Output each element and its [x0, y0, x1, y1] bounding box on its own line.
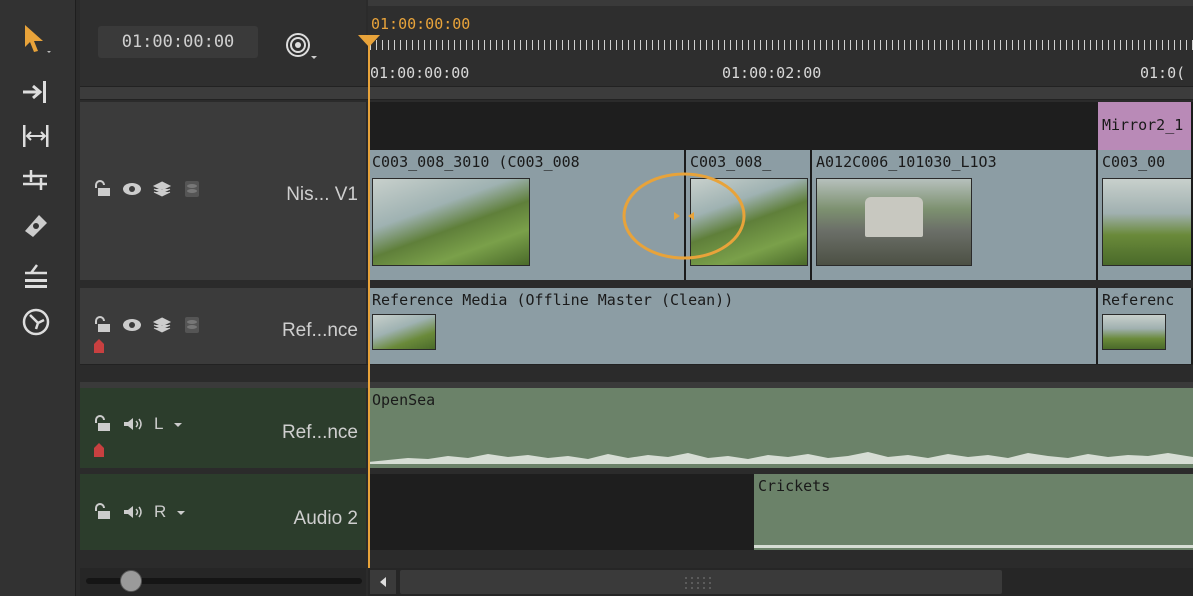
clip-thumbnail — [372, 314, 436, 350]
zoom-slider-handle[interactable] — [120, 570, 142, 592]
layers-icon[interactable] — [152, 316, 172, 334]
clip-thumbnail — [816, 178, 972, 266]
multi-track-tool-icon[interactable] — [14, 256, 58, 296]
clip-label: OpenSea — [372, 391, 436, 409]
ruler-label-end: 01:0( — [1140, 64, 1186, 82]
ripple-tool-icon[interactable] — [14, 116, 58, 156]
effect-clip[interactable]: Mirror2_1 — [1098, 102, 1193, 150]
bottom-spacer — [80, 550, 1193, 568]
lock-icon[interactable] — [92, 415, 112, 433]
channel-label[interactable]: L — [154, 414, 163, 434]
track-header-video1[interactable]: Nis... V1 — [80, 102, 366, 280]
waveform — [368, 452, 1193, 464]
track-name[interactable]: Ref...nce — [282, 320, 358, 342]
razor-tool-icon[interactable] — [14, 204, 58, 244]
clip-label: C003_00 — [1102, 153, 1166, 171]
audio-clip[interactable]: Crickets — [754, 474, 1193, 550]
track-name[interactable]: Audio 2 — [294, 508, 358, 530]
video-clip[interactable]: Reference Media (Offline Master (Clean)) — [368, 288, 1098, 364]
clip-label: C003_008_3010 (C003_008 — [372, 153, 580, 171]
track-controls — [92, 316, 202, 334]
playhead-timecode: 01:00:00:00 — [371, 15, 471, 33]
track-header-audio2[interactable]: R Audio 2 — [80, 474, 366, 550]
transform-tool-icon[interactable] — [14, 302, 58, 342]
slip-tool-icon[interactable] — [14, 160, 58, 200]
eye-icon[interactable] — [122, 180, 142, 198]
tag-icon — [92, 442, 106, 463]
lock-icon[interactable] — [92, 316, 112, 334]
select-tool-icon[interactable] — [14, 18, 58, 58]
scroll-left-button[interactable] — [370, 570, 396, 594]
car-shape — [865, 197, 923, 237]
disk-icon[interactable] — [182, 180, 202, 198]
speaker-icon[interactable] — [122, 415, 144, 433]
eye-icon[interactable] — [122, 316, 142, 334]
audio-clip[interactable]: OpenSea — [368, 388, 1193, 468]
disk-icon[interactable] — [182, 316, 202, 334]
lane-audio2: Crickets — [368, 474, 1193, 550]
video-clip[interactable]: A012C006_101030_L1O3 — [812, 150, 1098, 280]
lane-video1: Mirror2_1 C003_008_3010 (C003_008 C003_0… — [368, 102, 1193, 280]
waveform — [754, 545, 1193, 548]
track-controls: L — [92, 414, 183, 434]
grip-icon — [685, 577, 711, 589]
lock-icon[interactable] — [92, 180, 112, 198]
layers-icon[interactable] — [152, 180, 172, 198]
clip-thumbnail — [372, 178, 530, 266]
video-clip[interactable]: Referenc — [1098, 288, 1193, 364]
clip-label: Crickets — [758, 477, 831, 495]
playhead-line[interactable] — [368, 38, 370, 568]
tag-icon — [92, 338, 106, 359]
scroll-thumb[interactable] — [400, 570, 1002, 594]
lane-video2: Reference Media (Offline Master (Clean))… — [368, 288, 1193, 364]
video-clip[interactable]: C003_00 — [1098, 150, 1193, 280]
horizontal-scrollbar[interactable] — [368, 568, 1193, 596]
ruler-ticks — [370, 38, 1193, 50]
zoom-area — [80, 568, 366, 596]
lane-audio1: OpenSea — [368, 388, 1193, 468]
track-header-audio1[interactable]: L Ref...nce — [80, 388, 366, 468]
track-name[interactable]: Nis... V1 — [286, 184, 358, 206]
clip-label: Mirror2_1 — [1102, 116, 1184, 134]
speaker-icon[interactable] — [122, 503, 144, 521]
ruler-label-start: 01:00:00:00 — [370, 64, 470, 82]
track-header-video2[interactable]: Ref...nce — [80, 288, 366, 364]
tool-bar — [0, 0, 76, 596]
clip-thumbnail — [1102, 178, 1191, 266]
snap-target-icon[interactable] — [280, 30, 320, 60]
clip-label: A012C006_101030_L1O3 — [816, 153, 997, 171]
ruler-label-middle: 01:00:02:00 — [722, 64, 822, 82]
track-separator — [80, 86, 1193, 100]
clip-thumbnail — [1102, 314, 1166, 350]
track-controls — [92, 180, 202, 198]
track-select-tool-icon[interactable] — [14, 72, 58, 112]
playhead-marker[interactable] — [358, 34, 380, 52]
chevron-down-icon[interactable] — [173, 419, 183, 429]
channel-label[interactable]: R — [154, 502, 166, 522]
video-audio-divider — [80, 364, 1193, 388]
clip-label: Referenc — [1102, 291, 1175, 309]
timecode-display[interactable]: 01:00:00:00 — [98, 26, 258, 58]
chevron-down-icon[interactable] — [176, 507, 186, 517]
clip-label: Reference Media (Offline Master (Clean)) — [372, 291, 734, 309]
lock-icon[interactable] — [92, 503, 112, 521]
transition-highlight — [622, 172, 746, 260]
track-controls: R — [92, 502, 186, 522]
track-name[interactable]: Ref...nce — [282, 422, 358, 444]
